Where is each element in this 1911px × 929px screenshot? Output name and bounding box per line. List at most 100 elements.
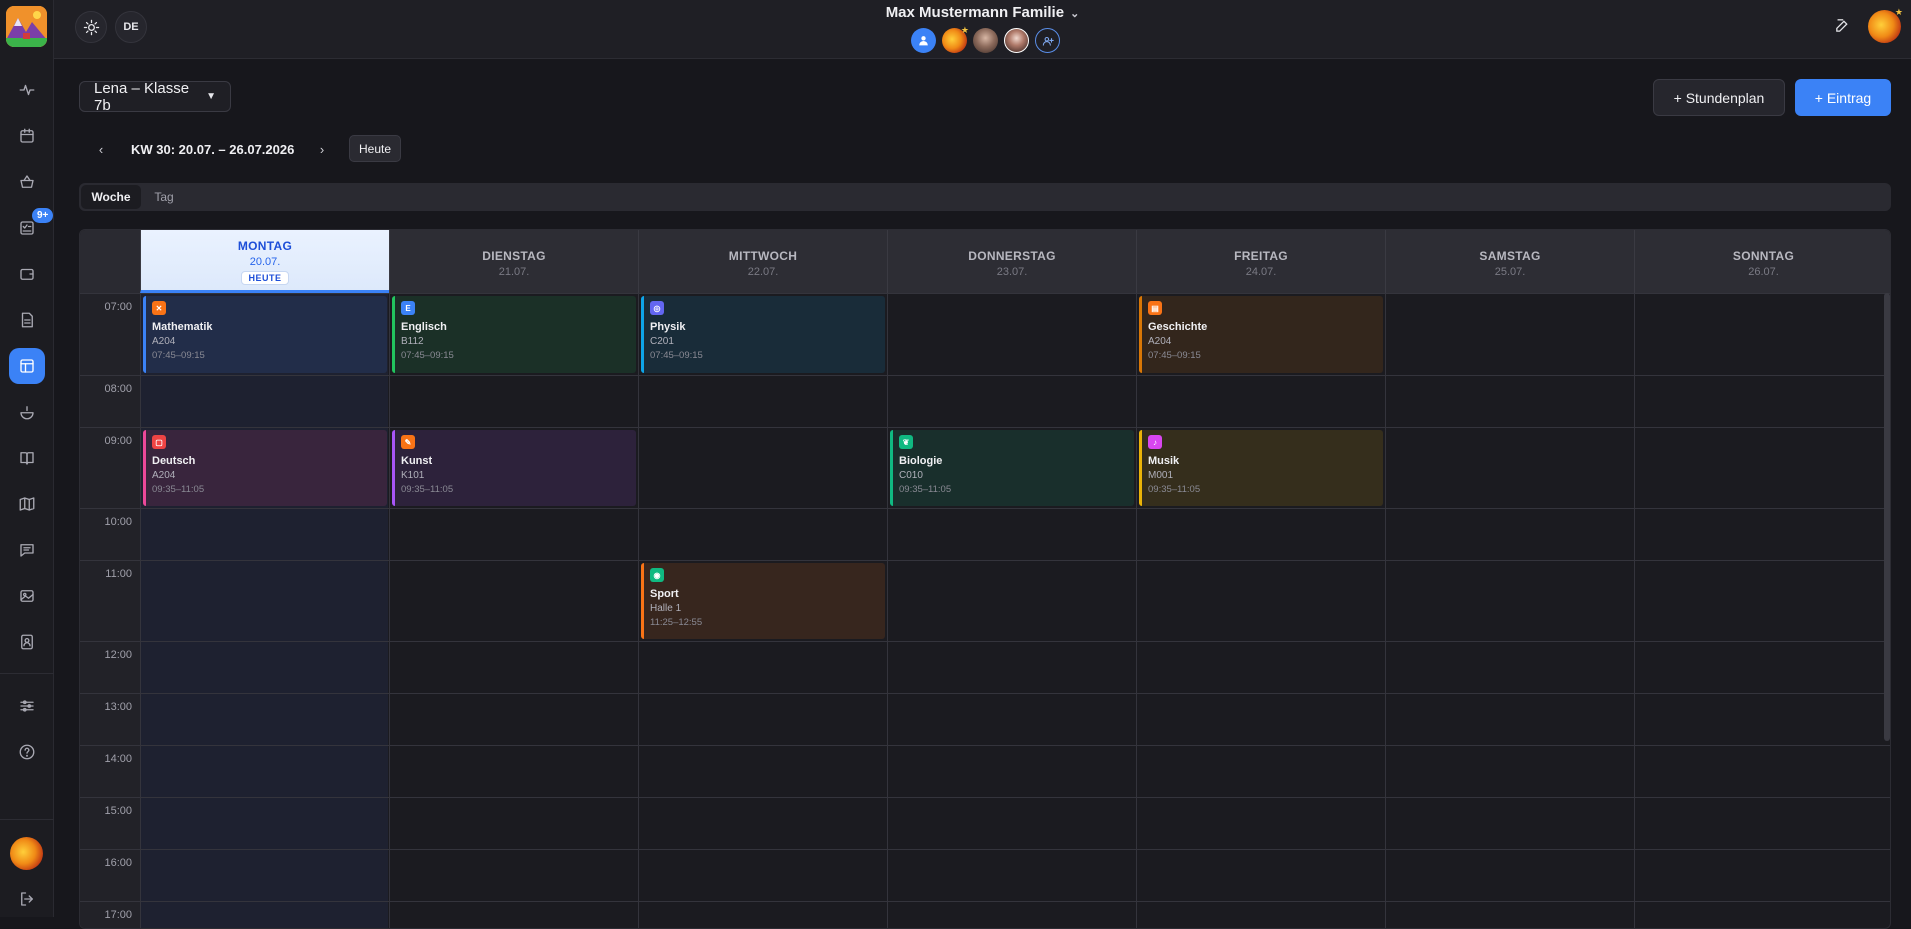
sidebar-item-activity[interactable] [9, 72, 45, 108]
help-icon [19, 744, 35, 760]
sidebar-item-meals[interactable] [9, 394, 45, 430]
day-header-wednesday[interactable]: MITTWOCH 22.07. [638, 230, 887, 293]
event-time: 09:35–11:05 [401, 484, 454, 495]
event-kunst[interactable]: ✎ Kunst K101 09:35–11:05 [392, 430, 636, 506]
image-icon [20, 590, 34, 602]
event-time: 11:25–12:55 [650, 617, 703, 628]
hour-label: 10:00 [104, 516, 132, 528]
event-mathematik[interactable]: ✕ Mathematik A204 07:45–09:15 [143, 296, 387, 373]
sun-icon [83, 19, 99, 35]
sidebar-item-gallery[interactable] [9, 578, 45, 614]
event-sport[interactable]: ◉ Sport Halle 1 11:25–12:55 [641, 563, 885, 639]
edit-button[interactable] [1834, 17, 1851, 39]
hour-label: 12:00 [104, 649, 132, 661]
time-column-header [80, 230, 140, 293]
family-selector[interactable]: Max Mustermann Familie ⌄ [54, 4, 1911, 21]
day-date: 26.07. [1748, 266, 1779, 278]
day-header-thursday[interactable]: DONNERSTAG 23.07. [887, 230, 1136, 293]
event-time: 07:45–09:15 [152, 350, 205, 361]
today-badge: HEUTE [241, 271, 289, 285]
subject-icon: ♪ [1148, 435, 1162, 449]
book-icon [20, 452, 34, 465]
day-header-tuesday[interactable]: DIENSTAG 21.07. [389, 230, 638, 293]
sidebar-item-timetable[interactable] [9, 348, 45, 384]
day-header-monday[interactable]: MONTAG 20.07. HEUTE [140, 230, 389, 293]
previous-week-button[interactable]: ‹ [91, 139, 111, 159]
sidebar-item-contacts[interactable] [9, 624, 45, 660]
sidebar-item-map[interactable] [9, 486, 45, 522]
event-time: 07:45–09:15 [1148, 350, 1201, 361]
event-deutsch[interactable]: ▢ Deutsch A204 09:35–11:05 [143, 430, 387, 506]
sidebar-item-shopping[interactable] [9, 164, 45, 200]
event-title: Musik [1148, 455, 1180, 467]
sidebar-item-settings[interactable] [9, 688, 45, 724]
logout-button[interactable] [9, 881, 45, 917]
day-name: MONTAG [237, 239, 293, 253]
day-name: FREITAG [1234, 249, 1288, 263]
hour-label: 17:00 [104, 909, 132, 921]
document-icon [21, 312, 33, 328]
hour-label: 13:00 [104, 701, 132, 713]
hour-row: 12:00 [80, 641, 1890, 693]
day-header-sunday[interactable]: SONNTAG 26.07. [1634, 230, 1890, 293]
member-avatars: ★ [911, 25, 1060, 53]
sidebar-divider [0, 819, 54, 820]
timetable-grid: MONTAG 20.07. HEUTE DIENSTAG 21.07. MITT… [79, 229, 1891, 929]
tab-week[interactable]: Woche [81, 185, 141, 209]
class-select-value: Lena – Klasse 7b [94, 79, 190, 114]
add-timetable-button[interactable]: + Stundenplan [1653, 79, 1785, 116]
event-englisch[interactable]: E Englisch B112 07:45–09:15 [392, 296, 636, 373]
checklist-icon [20, 221, 34, 235]
subject-icon: ❦ [899, 435, 913, 449]
day-header-friday[interactable]: FREITAG 24.07. [1136, 230, 1385, 293]
profile-avatar[interactable]: ★ [1868, 7, 1903, 43]
next-week-button[interactable]: › [312, 139, 332, 159]
scrollbar[interactable] [1884, 293, 1890, 741]
subject-icon: ✎ [401, 435, 415, 449]
family-name: Max Mustermann Familie [885, 4, 1065, 21]
day-date: 20.07. [249, 256, 281, 268]
mountain-logo-icon [6, 6, 47, 47]
event-time: 09:35–11:05 [152, 484, 205, 495]
user-avatar[interactable] [10, 837, 43, 870]
event-time: 09:35–11:05 [899, 484, 952, 495]
class-select[interactable]: Lena – Klasse 7b ▼ [79, 79, 231, 114]
event-geschichte[interactable]: ▤ Geschichte A204 07:45–09:15 [1139, 296, 1383, 373]
tab-day[interactable]: Tag [143, 185, 185, 209]
sidebar-item-wallet[interactable] [9, 256, 45, 292]
day-header-saturday[interactable]: SAMSTAG 25.07. [1385, 230, 1634, 293]
add-entry-button[interactable]: + Eintrag [1795, 79, 1891, 116]
chevron-down-icon: ⌄ [1070, 8, 1080, 20]
sidebar-item-recipes[interactable] [9, 440, 45, 476]
hour-label: 09:00 [104, 435, 132, 447]
sidebar-item-help[interactable] [9, 734, 45, 770]
event-title: Geschichte [1148, 321, 1208, 333]
event-room: A204 [152, 470, 176, 481]
sidebar-item-calendar[interactable] [9, 118, 45, 154]
app-logo[interactable] [6, 6, 47, 47]
sidebar: 9+ [0, 0, 54, 917]
add-member-button[interactable] [1035, 28, 1060, 53]
today-button[interactable]: Heute [349, 135, 401, 162]
member-avatar-self[interactable] [911, 28, 936, 53]
hour-label: 11:00 [105, 568, 132, 580]
hour-row: 17:00 [80, 901, 1890, 928]
chat-icon [20, 544, 34, 557]
event-title: Kunst [401, 455, 433, 467]
member-avatar[interactable] [1004, 28, 1029, 53]
hour-row: 15:00 [80, 797, 1890, 849]
event-room: M001 [1148, 470, 1174, 481]
event-biologie[interactable]: ❦ Biologie C010 09:35–11:05 [890, 430, 1134, 506]
day-date: 23.07. [996, 266, 1028, 278]
event-physik[interactable]: ◎ Physik C201 07:45–09:15 [641, 296, 885, 373]
timetable-icon [20, 359, 34, 373]
member-avatar[interactable] [973, 28, 998, 53]
sidebar-item-documents[interactable] [9, 302, 45, 338]
sidebar-item-chat[interactable] [9, 532, 45, 568]
user-plus-icon [1042, 36, 1054, 46]
activity-icon [19, 84, 35, 96]
star-icon: ★ [960, 25, 969, 35]
logout-icon [21, 892, 33, 906]
event-musik[interactable]: ♪ Musik M001 09:35–11:05 [1139, 430, 1383, 506]
member-avatar[interactable]: ★ [942, 25, 969, 53]
